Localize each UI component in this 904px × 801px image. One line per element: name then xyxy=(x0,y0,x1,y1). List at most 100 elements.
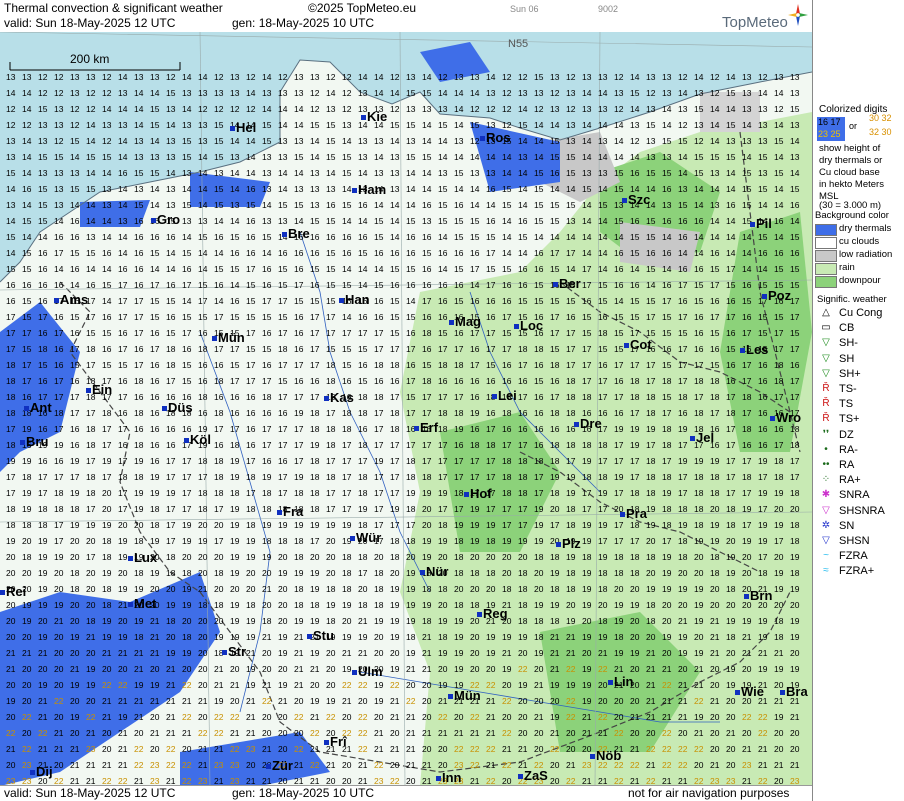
thermal-height-digit: 15 xyxy=(390,328,400,338)
thermal-height-digit: 20 xyxy=(438,664,448,674)
thermal-height-digit: 16 xyxy=(310,376,320,386)
thermal-height-digit: 16 xyxy=(710,344,720,354)
thermal-height-digit: 21 xyxy=(742,648,752,658)
thermal-height-digit: 12 xyxy=(86,88,96,98)
thermal-height-digit: 16 xyxy=(470,424,480,434)
thermal-height-digit: 13 xyxy=(214,168,224,178)
thermal-height-digit: 15 xyxy=(230,264,240,274)
thermal-height-digit: 18 xyxy=(150,520,160,530)
thermal-height-digit: 19 xyxy=(582,664,592,674)
thermal-height-digit: 21 xyxy=(406,760,416,770)
thermal-height-digit: 19 xyxy=(646,424,656,434)
thermal-height-digit: 13 xyxy=(710,200,720,210)
thermal-height-digit: 17 xyxy=(486,248,496,258)
city-label: Loc xyxy=(520,318,544,333)
thermal-height-digit: 15 xyxy=(694,168,704,178)
city-label: Poz xyxy=(768,288,792,303)
thermal-height-digit: 21 xyxy=(150,616,160,626)
thermal-height-digit: 19 xyxy=(662,488,672,498)
thermal-height-digit: 14 xyxy=(214,216,224,226)
city-label: Bre xyxy=(288,226,310,241)
thermal-height-digit: 16 xyxy=(150,328,160,338)
thermal-height-digit: 13 xyxy=(470,168,480,178)
thermal-height-digit: 16 xyxy=(614,248,624,258)
thermal-height-digit: 15 xyxy=(614,312,624,322)
thermal-height-digit: 13 xyxy=(102,120,112,130)
thermal-height-digit: 19 xyxy=(230,472,240,482)
thermal-height-digit: 12 xyxy=(86,104,96,114)
thermal-height-digit: 13 xyxy=(790,120,800,130)
thermal-height-digit: 21 xyxy=(646,648,656,658)
thermal-height-digit: 12 xyxy=(566,104,576,114)
thermal-height-digit: 13 xyxy=(614,88,624,98)
thermal-height-digit: 17 xyxy=(742,408,752,418)
thermal-height-digit: 18 xyxy=(502,488,512,498)
thermal-height-digit: 15 xyxy=(534,376,544,386)
thermal-height-digit: 13 xyxy=(278,136,288,146)
thermal-height-digit: 13 xyxy=(54,184,64,194)
thermal-height-digit: 22 xyxy=(662,728,672,738)
thermal-height-digit: 17 xyxy=(422,440,432,450)
thermal-height-digit: 17 xyxy=(374,520,384,530)
weather-symbol-icon: ⁘ xyxy=(821,474,831,486)
thermal-height-digit: 21 xyxy=(550,632,560,642)
thermal-height-digit: 17 xyxy=(438,344,448,354)
thermal-height-digit: 12 xyxy=(502,120,512,130)
thermal-height-digit: 13 xyxy=(166,136,176,146)
thermal-height-digit: 20 xyxy=(694,760,704,770)
thermal-height-digit: 17 xyxy=(582,504,592,514)
thermal-height-digit: 19 xyxy=(278,680,288,690)
thermal-height-digit: 13 xyxy=(662,88,672,98)
thermal-height-digit: 17 xyxy=(214,424,224,434)
thermal-height-digit: 20 xyxy=(390,760,400,770)
thermal-height-digit: 18 xyxy=(614,632,624,642)
thermal-height-digit: 20 xyxy=(710,504,720,514)
thermal-height-digit: 19 xyxy=(614,616,624,626)
thermal-height-digit: 15 xyxy=(182,200,192,210)
thermal-height-digit: 17 xyxy=(230,376,240,386)
thermal-height-digit: 19 xyxy=(230,456,240,466)
thermal-height-digit: 21 xyxy=(470,728,480,738)
thermal-height-digit: 15 xyxy=(470,232,480,242)
thermal-height-digit: 20 xyxy=(54,664,64,674)
thermal-height-digit: 18 xyxy=(134,440,144,450)
city-label: Bra xyxy=(786,684,808,699)
thermal-height-digit: 19 xyxy=(246,536,256,546)
legend-desc-line: show height of xyxy=(819,143,881,154)
thermal-height-digit: 19 xyxy=(486,648,496,658)
thermal-height-digit: 18 xyxy=(710,568,720,578)
thermal-height-digit: 17 xyxy=(486,504,496,514)
city-label: Wro xyxy=(776,410,802,425)
thermal-height-digit: 12 xyxy=(342,72,352,82)
thermal-height-digit: 18 xyxy=(134,568,144,578)
thermal-height-digit: 17 xyxy=(406,344,416,354)
thermal-height-digit: 15 xyxy=(134,168,144,178)
thermal-height-digit: 22 xyxy=(134,744,144,754)
city-label: Pra xyxy=(626,506,647,521)
thermal-height-digit: 18 xyxy=(54,488,64,498)
thermal-height-digit: 16 xyxy=(6,280,16,290)
thermal-height-digit: 21 xyxy=(678,712,688,722)
thermal-height-digit: 20 xyxy=(534,664,544,674)
thermal-height-digit: 17 xyxy=(486,328,496,338)
thermal-height-digit: 17 xyxy=(374,488,384,498)
legend-label: DZ xyxy=(839,428,854,441)
thermal-height-digit: 16 xyxy=(518,280,528,290)
thermal-height-digit: 17 xyxy=(582,360,592,370)
thermal-height-digit: 17 xyxy=(150,344,160,354)
thermal-height-digit: 16 xyxy=(454,376,464,386)
thermal-height-digit: 16 xyxy=(534,360,544,370)
thermal-height-digit: 18 xyxy=(406,632,416,642)
thermal-height-digit: 18 xyxy=(550,360,560,370)
thermal-height-digit: 20 xyxy=(342,712,352,722)
thermal-height-digit: 22 xyxy=(38,728,48,738)
thermal-height-digit: 16 xyxy=(518,408,528,418)
thermal-height-digit: 13 xyxy=(182,168,192,178)
thermal-height-digit: 18 xyxy=(294,584,304,594)
thermal-height-digit: 19 xyxy=(550,680,560,690)
thermal-height-digit: 16 xyxy=(726,376,736,386)
thermal-height-digit: 14 xyxy=(310,152,320,162)
thermal-height-digit: 16 xyxy=(294,328,304,338)
thermal-height-digit: 16 xyxy=(262,280,272,290)
thermal-height-digit: 14 xyxy=(518,104,528,114)
